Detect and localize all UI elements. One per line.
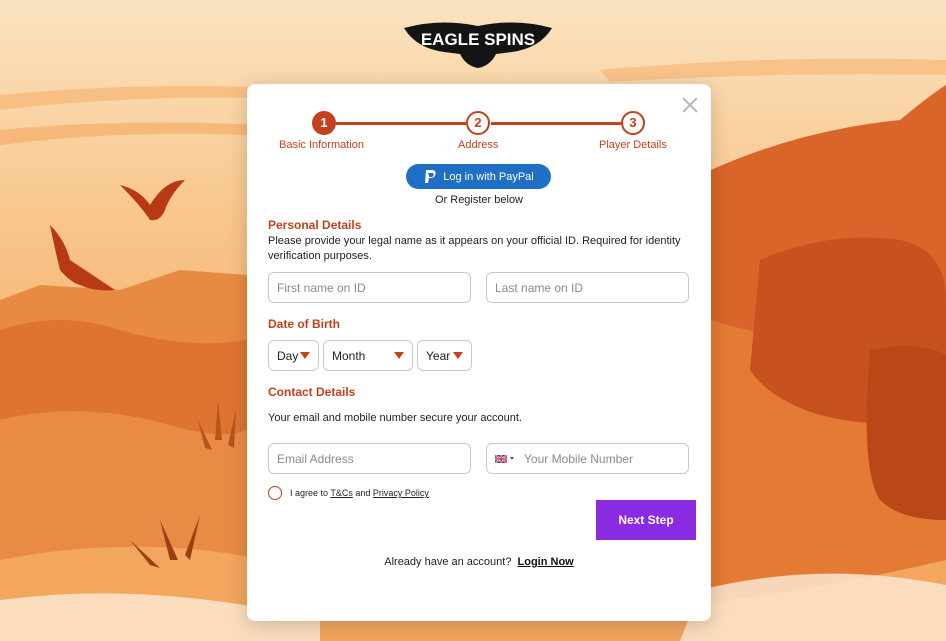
dob-year-value: Year [426, 348, 451, 363]
or-register-text: Or Register below [434, 194, 524, 206]
next-step-button[interactable]: Next Step [596, 500, 696, 540]
dob-month-value: Month [332, 348, 366, 363]
paypal-button-label: Log in with PayPal [443, 170, 534, 183]
dob-month-select[interactable]: Month [323, 340, 413, 371]
agree-checkbox[interactable] [268, 486, 282, 500]
last-name-field[interactable] [486, 272, 689, 303]
registration-modal: 1 2 3 Basic Information Address Player D… [247, 84, 711, 621]
already-have-account: Already have an account? Login Now [247, 556, 711, 568]
step-connector-2 [491, 122, 621, 125]
chevron-down-icon [300, 352, 310, 359]
paypal-login-button[interactable]: Log in with PayPal [406, 164, 551, 189]
step-3-label: Player Details [599, 139, 667, 151]
paypal-icon [425, 169, 436, 183]
privacy-policy-link[interactable]: Privacy Policy [373, 488, 429, 498]
terms-agreement: I agree to T&Cs and Privacy Policy [268, 486, 429, 500]
terms-link[interactable]: T&Cs [330, 488, 353, 498]
svg-text:EAGLE SPINS: EAGLE SPINS [421, 30, 535, 49]
step-1-label: Basic Information [279, 139, 364, 151]
already-have-account-text: Already have an account? [384, 556, 512, 568]
mobile-field[interactable] [486, 443, 689, 474]
contact-details-description: Your email and mobile number secure your… [268, 412, 522, 424]
dob-day-value: Day [277, 348, 299, 363]
step-2-label: Address [458, 139, 499, 151]
personal-details-description: Please provide your legal name as it app… [268, 235, 681, 262]
uk-flag-icon[interactable] [495, 454, 507, 463]
contact-details-title: Contact Details [268, 385, 356, 399]
agreement-and: and [352, 488, 373, 498]
first-name-field[interactable] [268, 272, 471, 303]
country-dropdown-chevron-icon[interactable] [510, 457, 514, 460]
eagle-spins-logo[interactable]: EAGLE SPINS [400, 8, 556, 70]
chevron-down-icon [394, 352, 404, 359]
agreement-text: I agree to T&Cs and Privacy Policy [290, 488, 429, 498]
step-1-circle[interactable]: 1 [312, 111, 336, 135]
dob-day-select[interactable]: Day [268, 340, 319, 371]
step-2-circle[interactable]: 2 [466, 111, 490, 135]
login-now-link[interactable]: Login Now [518, 556, 574, 568]
email-field[interactable] [268, 443, 471, 474]
registration-stepper: 1 2 3 Basic Information Address Player D… [247, 108, 711, 156]
date-of-birth-title: Date of Birth [268, 317, 340, 331]
dob-year-select[interactable]: Year [417, 340, 472, 371]
personal-details-title: Personal Details [268, 218, 362, 232]
chevron-down-icon [453, 352, 463, 359]
agreement-prefix: I agree to [290, 488, 331, 498]
step-3-circle[interactable]: 3 [621, 111, 645, 135]
email-input[interactable] [277, 451, 462, 466]
mobile-input[interactable] [524, 451, 680, 466]
last-name-input[interactable] [495, 280, 680, 295]
first-name-input[interactable] [277, 280, 462, 295]
step-connector-1 [336, 122, 466, 125]
